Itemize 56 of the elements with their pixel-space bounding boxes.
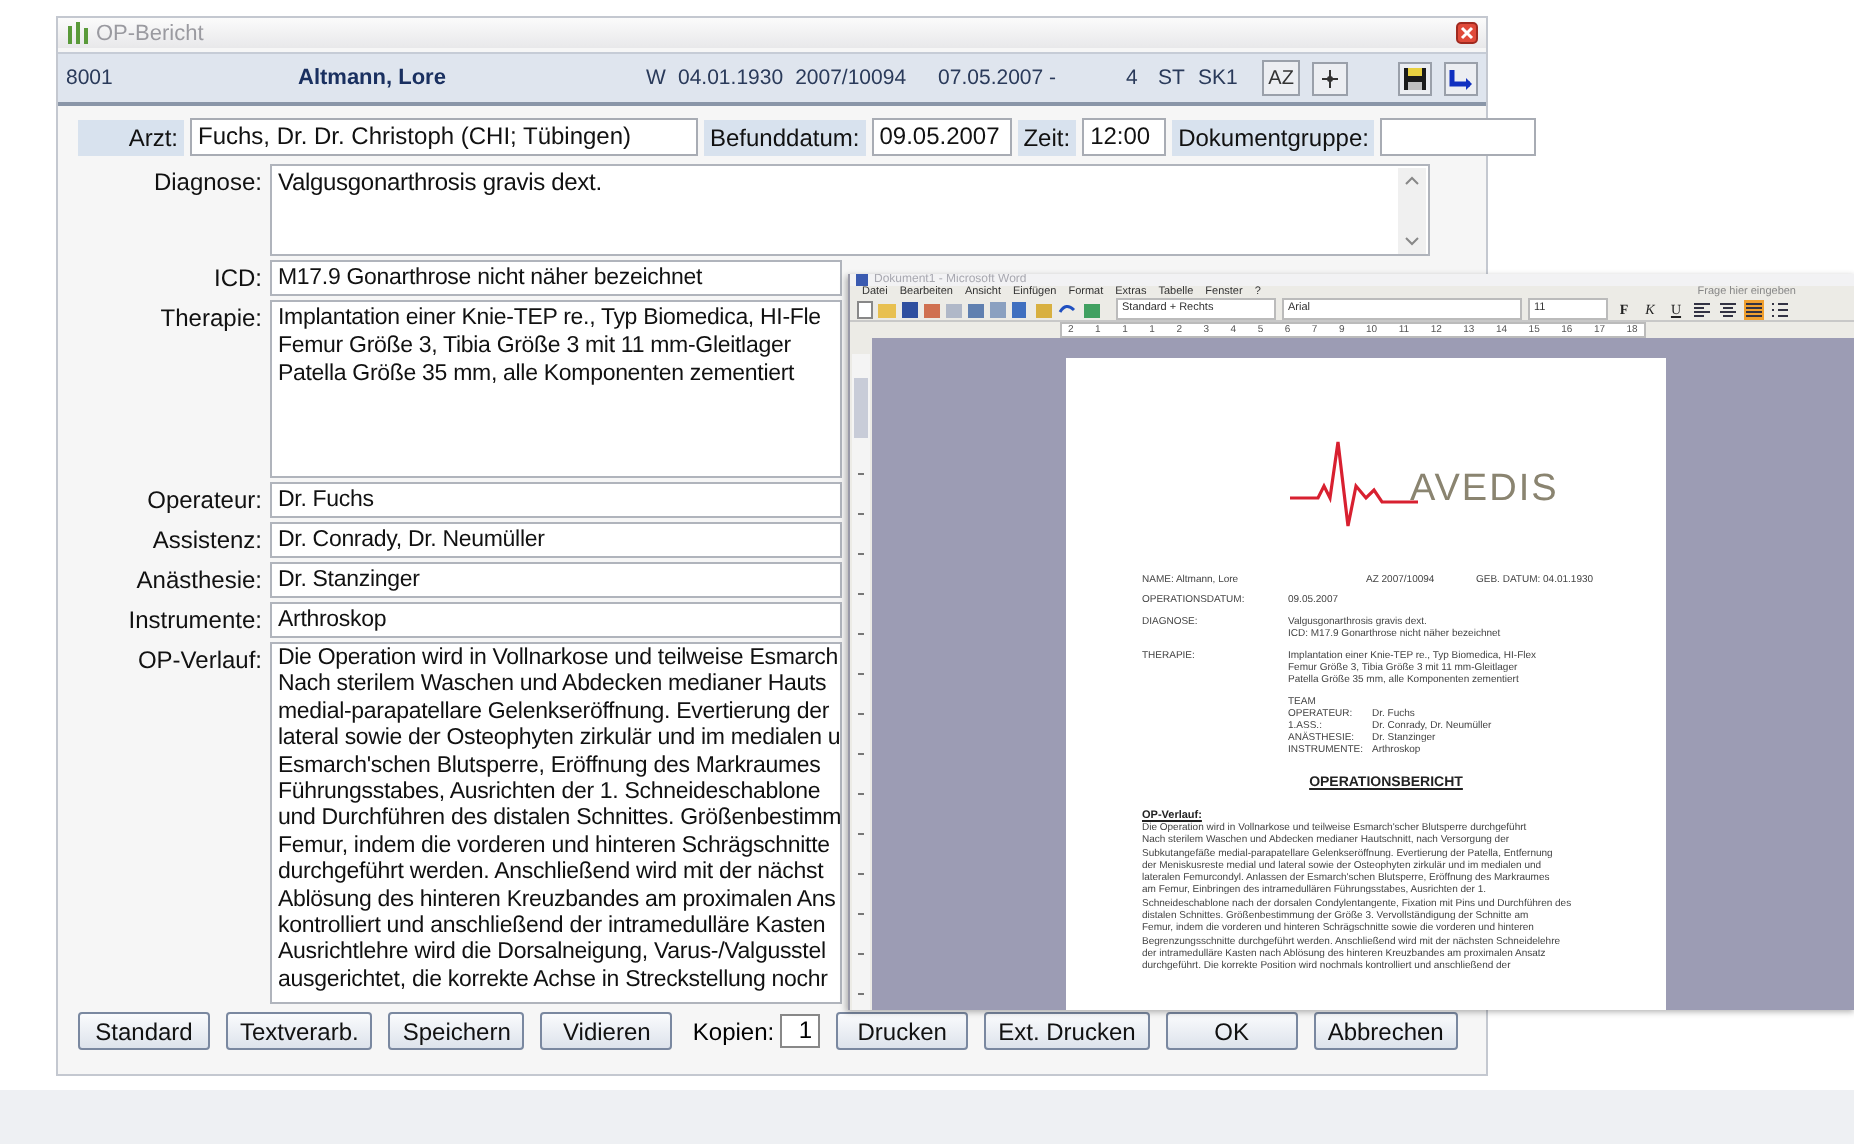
action-button[interactable]: Vidieren (540, 1012, 673, 1050)
field-label: ICD: (212, 262, 262, 296)
window-title: OP-Bericht (96, 21, 204, 45)
text-field[interactable]: Valgusgonarthrosis gravis dext. (270, 164, 1430, 256)
action-button[interactable]: Standard (78, 1012, 210, 1050)
sex-text: W (646, 66, 668, 90)
field-label: Therapie: (158, 302, 262, 336)
station-text: ST (1158, 66, 1187, 90)
center-align-icon[interactable] (1718, 299, 1738, 319)
logo-text: AVEDIS (1410, 468, 1559, 512)
patient-name: Altmann, Lore (296, 66, 448, 90)
field-label: Operateur: (145, 484, 262, 518)
list-icon[interactable] (1770, 299, 1790, 319)
field-label: OP-Verlauf: (135, 644, 262, 678)
left-align-icon[interactable] (1692, 299, 1712, 319)
bars-icon (66, 22, 90, 44)
word-icon (856, 274, 868, 286)
input-field[interactable]: Fuchs, Dr. Dr. Christoph (CHI; Tübingen) (190, 118, 698, 156)
field-label: Befunddatum: (704, 119, 866, 155)
input-field[interactable] (1380, 118, 1537, 156)
sort-button[interactable]: AZ (1262, 60, 1301, 96)
action-button[interactable]: Ext. Drucken (984, 1012, 1150, 1050)
text-field[interactable]: Arthroskop (270, 602, 842, 638)
text-field[interactable]: Die Operation wird in Vollnarkose und teilweise Esmarch Nach sterilem Waschen und Abdecken medianer Hauts medial-parapatellare Gelenkseröffnung. Evertierung der lateral sowie der Osteophyten zirkulär und im medialen u Esmarch'schen Blutsperre, Eröffnung des Markraumes Führungsstabes, Ausrichten der 1. Schneideschablone und Durchführen des distalen Schnittes. Größenbestimm Femur, indem die vorderen und hinteren Schrägschnitte durchgeführt werden. Anschließend wird mit der nächst Ablösung des hinteren Kreuzbandes am proximalen Ans kontrolliert und anschließend der intramedulläre Kasten Ausrichtlehre wird die Dorsalneigung, Varus-/Valgusstel ausgerichtet, die korrekte Achse in Streckstellung nochr (270, 642, 842, 1004)
text-field[interactable]: Implantation einer Knie-TEP re., Typ Biomedica, HI-Fle Femur Größe 3, Tibia Größe 3 mit 11 mm-Gleitlager Patella Größe 35 mm, alle Komponenten zementiert (270, 300, 842, 478)
action-button[interactable]: Speichern (388, 1012, 525, 1050)
action-button[interactable]: Abbrechen (1313, 1012, 1458, 1050)
ward-text: SK1 (1198, 66, 1240, 90)
text-field[interactable]: M17.9 Gonarthrose nicht näher bezeichnet (270, 260, 842, 296)
action-button[interactable]: OK (1165, 1012, 1298, 1050)
text-field[interactable]: Dr. Stanzinger (270, 562, 842, 598)
text-field[interactable]: Dr. Fuchs (270, 482, 842, 518)
save-icon[interactable] (1398, 61, 1432, 95)
text-field[interactable]: Dr. Conrady, Dr. Neumüller (270, 522, 842, 558)
crosshair-icon[interactable] (1312, 61, 1349, 95)
field-label: Dokumentgruppe: (1172, 119, 1375, 155)
justify-align-icon[interactable] (1744, 299, 1764, 319)
field-label: Assistenz: (150, 524, 262, 558)
copies-field[interactable]: 1 (780, 1014, 821, 1048)
copies-label: Kopien: (692, 1017, 775, 1045)
field-label: Arzt: (78, 119, 184, 155)
birth-date: 04.01.1930 (678, 66, 784, 90)
action-button[interactable]: Drucken (836, 1012, 969, 1050)
field-label: Anästhesie: (134, 564, 262, 598)
field-label: Diagnose: (151, 166, 262, 200)
action-button[interactable]: Textverarb. (226, 1012, 373, 1050)
input-field[interactable]: 12:00 (1082, 118, 1167, 156)
period-text: 07.05.2007 - (938, 66, 1059, 90)
scrollbar-drawing[interactable] (1398, 168, 1426, 254)
count-text: 4 (1126, 66, 1140, 90)
field-label: Instrumente: (126, 604, 262, 638)
file-number: 2007/10094 (795, 66, 907, 90)
close-icon[interactable] (1456, 22, 1478, 44)
input-field[interactable]: 09.05.2007 (871, 118, 1012, 156)
case-number: 8001 (66, 66, 115, 90)
field-label: Zeit: (1017, 119, 1077, 155)
